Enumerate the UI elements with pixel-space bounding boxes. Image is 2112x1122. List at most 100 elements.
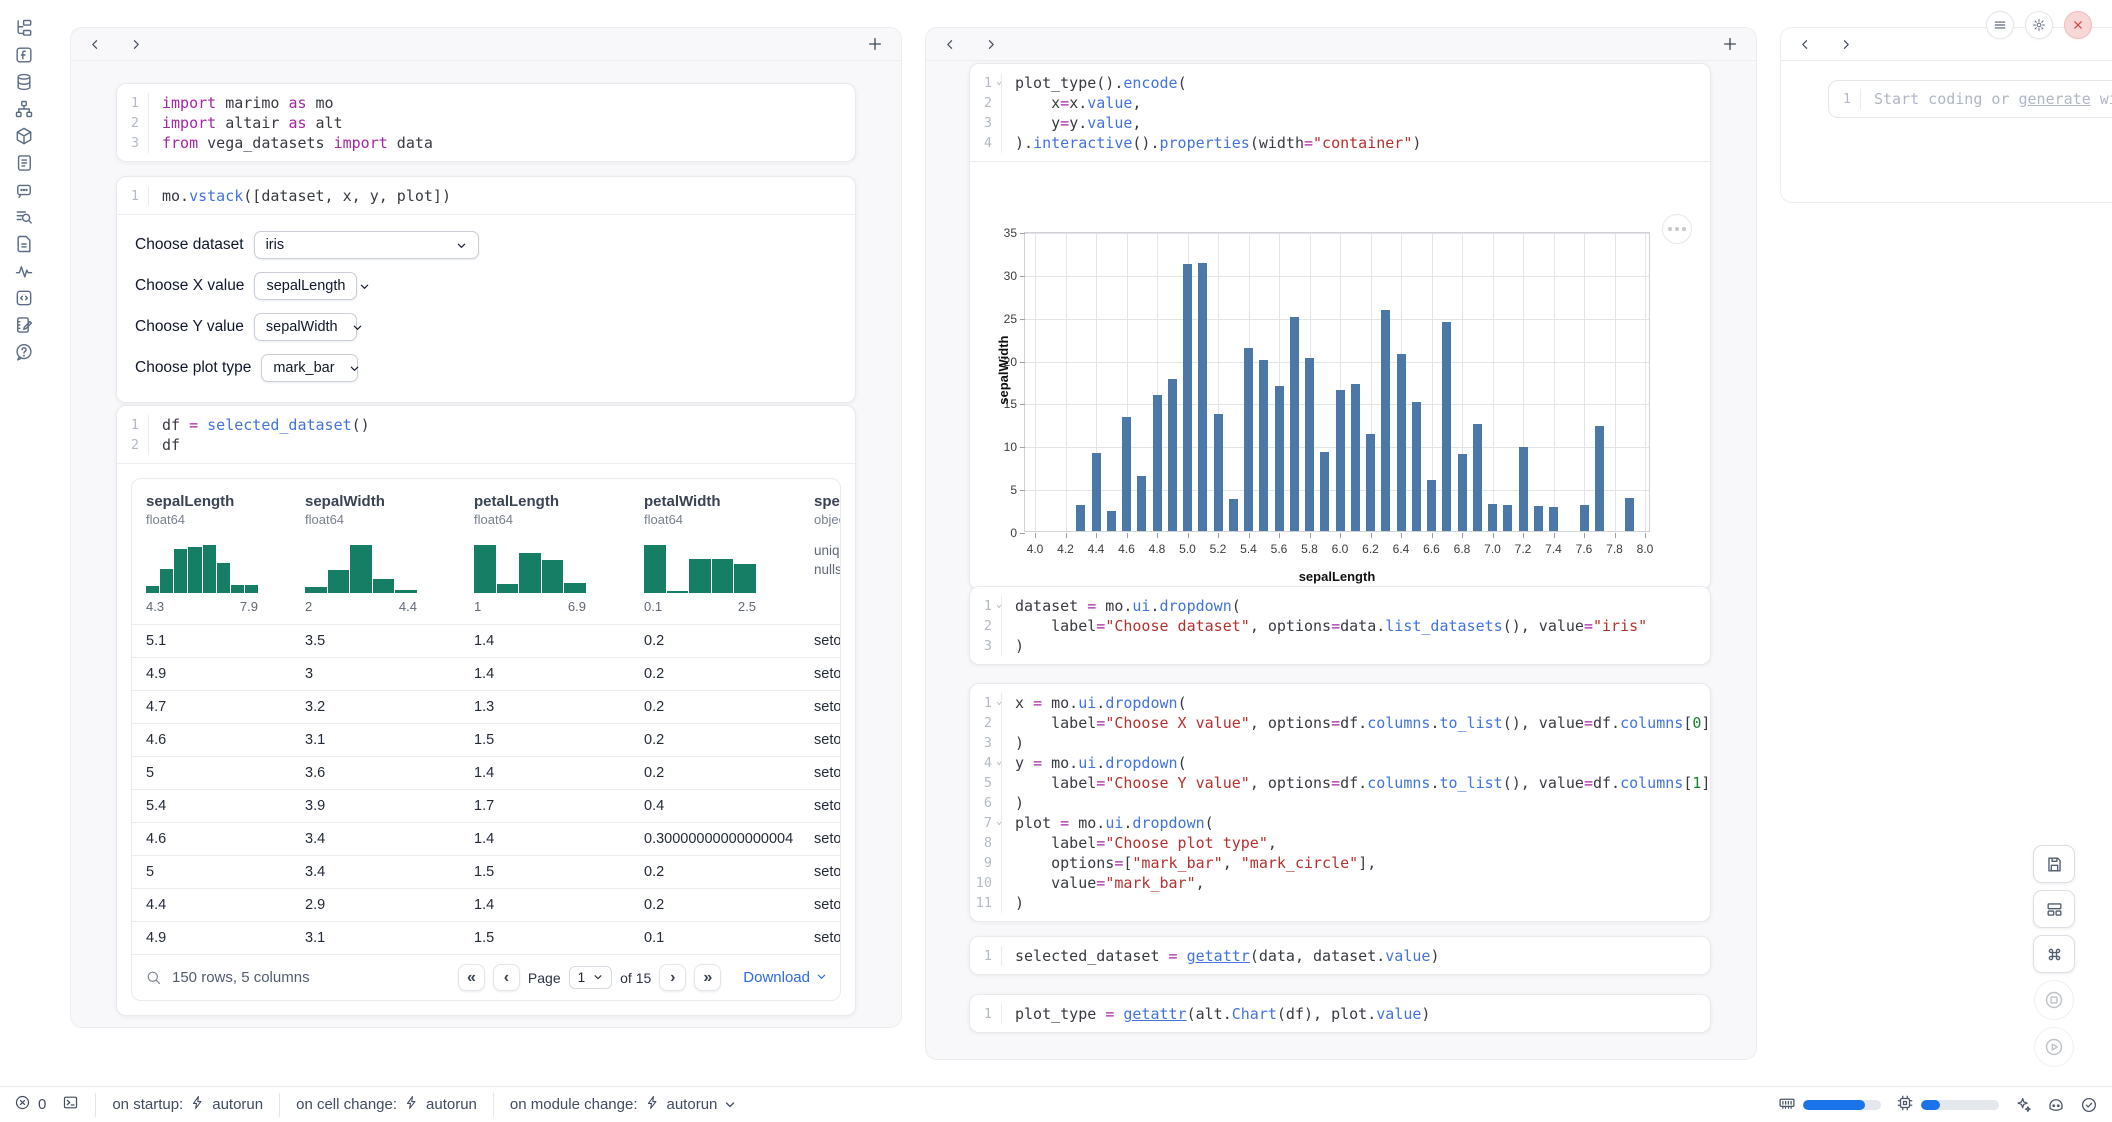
code-line[interactable]: 7⌄plot = mo.ui.dropdown( xyxy=(970,813,1710,833)
chart-bar[interactable] xyxy=(1198,263,1207,531)
chart-bar[interactable] xyxy=(1107,511,1116,531)
code-line[interactable]: 6) xyxy=(970,793,1710,813)
layout-button[interactable] xyxy=(2033,890,2075,928)
chart-actions-icon[interactable] xyxy=(1662,214,1692,244)
chart-bar[interactable] xyxy=(1595,426,1604,531)
chart-bar[interactable] xyxy=(1290,317,1299,531)
chart-bar[interactable] xyxy=(1244,348,1253,531)
chart-bar[interactable] xyxy=(1397,354,1406,531)
page-select[interactable]: 1 xyxy=(569,966,613,989)
column-header[interactable]: petalLengthfloat64 16.9 xyxy=(460,479,630,624)
chart-bar[interactable] xyxy=(1503,505,1512,531)
logs-icon[interactable] xyxy=(11,149,38,176)
chart-bar[interactable] xyxy=(1305,358,1314,531)
snippets-icon[interactable] xyxy=(11,284,38,311)
terminal-button[interactable] xyxy=(62,1094,79,1115)
cpu-usage[interactable] xyxy=(1896,1094,1999,1116)
keyboard-shortcuts-button[interactable] xyxy=(2033,935,2075,973)
code-line[interactable]: 1df = selected_dataset() xyxy=(117,415,855,435)
cell-chart[interactable]: 1⌄plot_type().encode(2 x=x.value,3 y=y.v… xyxy=(969,63,1711,590)
table-row[interactable]: 4.93.11.50.1setosa xyxy=(132,921,840,954)
code-line[interactable]: 2df xyxy=(117,435,855,455)
cell-xy-plot-dropdowns[interactable]: 1⌄x = mo.ui.dropdown(2 label="Choose X v… xyxy=(969,683,1711,922)
table-row[interactable]: 5.43.91.70.4setosa xyxy=(132,789,840,822)
dropdown-select-1[interactable]: sepalLength xyxy=(254,272,357,300)
chart-bar[interactable] xyxy=(1153,395,1162,531)
copilot-icon[interactable] xyxy=(2047,1096,2065,1114)
chart-bar[interactable] xyxy=(1351,384,1360,531)
chart-bar[interactable] xyxy=(1366,434,1375,531)
save-button[interactable] xyxy=(2033,845,2075,883)
runtime-mode-0[interactable]: on startup: autorun xyxy=(112,1095,263,1114)
chart-bar[interactable] xyxy=(1458,454,1467,531)
cell-plot-type[interactable]: 1plot_type = getattr(alt.Chart(df), plot… xyxy=(969,994,1711,1033)
chart-bar[interactable] xyxy=(1473,424,1482,531)
cell-dataset-dropdown[interactable]: 1⌄dataset = mo.ui.dropdown(2 label="Choo… xyxy=(969,586,1711,665)
chevron-left-icon[interactable] xyxy=(1799,38,1812,51)
prev-page-button[interactable]: ‹ xyxy=(493,964,520,991)
column-header[interactable]: sepalLengthfloat64 4.37.9 xyxy=(132,479,291,624)
cell-empty-scratch[interactable]: 1Start coding or generate with xyxy=(1828,80,2112,118)
outline-search-icon[interactable] xyxy=(11,203,38,230)
chevron-left-icon[interactable] xyxy=(944,38,957,51)
add-column-icon[interactable] xyxy=(867,36,883,52)
chart-bar[interactable] xyxy=(1320,452,1329,531)
chart-bar[interactable] xyxy=(1214,414,1223,531)
code-line[interactable]: 2 label="Choose X value", options=df.col… xyxy=(970,713,1710,733)
dropdown-select-0[interactable]: iris xyxy=(254,231,479,259)
tracing-icon[interactable] xyxy=(11,257,38,284)
dropdown-select-2[interactable]: sepalWidth xyxy=(254,313,357,341)
column-histogram[interactable] xyxy=(644,541,756,593)
functions-icon[interactable] xyxy=(11,41,38,68)
last-page-button[interactable]: » xyxy=(694,964,721,991)
chart-bar[interactable] xyxy=(1625,498,1634,531)
chart-bar[interactable] xyxy=(1076,505,1085,531)
column-header[interactable]: speciesobjectunique:nulls: xyxy=(800,479,840,624)
scratchpad-icon[interactable] xyxy=(11,311,38,338)
chart-bar[interactable] xyxy=(1488,504,1497,531)
cell-selected-dataset[interactable]: 1selected_dataset = getattr(data, datase… xyxy=(969,936,1711,975)
chart-bar[interactable] xyxy=(1412,402,1421,531)
table-row[interactable]: 4.63.11.50.2setosa xyxy=(132,723,840,756)
code-line[interactable]: 3 y=y.value, xyxy=(970,113,1710,133)
close-icon[interactable] xyxy=(2064,11,2092,39)
code-line[interactable]: 3from vega_datasets import data xyxy=(117,133,855,153)
file-explorer-icon[interactable] xyxy=(11,14,38,41)
chevron-right-icon[interactable] xyxy=(984,38,997,51)
code-line[interactable]: 5 label="Choose Y value", options=df.col… xyxy=(970,773,1710,793)
chart-bar[interactable] xyxy=(1259,360,1268,531)
table-row[interactable]: 4.931.40.2setosa xyxy=(132,657,840,690)
chart-bar[interactable] xyxy=(1580,505,1589,531)
chart-bar[interactable] xyxy=(1336,390,1345,531)
chevron-left-icon[interactable] xyxy=(89,38,102,51)
code-line[interactable]: 10 value="mark_bar", xyxy=(970,873,1710,893)
error-indicator[interactable]: 0 xyxy=(14,1094,46,1115)
documentation-icon[interactable] xyxy=(11,230,38,257)
ai-chat-icon[interactable] xyxy=(11,176,38,203)
chart-bar[interactable] xyxy=(1168,379,1177,531)
collapse-chevron-icon[interactable]: ⌄ xyxy=(996,692,1002,712)
connection-status-icon[interactable] xyxy=(2080,1096,2098,1114)
code-line[interactable]: 9 options=["mark_bar", "mark_circle"], xyxy=(970,853,1710,873)
altair-bar-chart[interactable]: 4.04.24.44.64.85.05.25.45.65.86.06.26.46… xyxy=(1024,232,1650,532)
chart-bar[interactable] xyxy=(1534,506,1543,531)
help-icon[interactable] xyxy=(11,338,38,365)
column-header[interactable]: petalWidthfloat64 0.12.5 xyxy=(630,479,800,624)
dropdown-select-3[interactable]: mark_bar xyxy=(261,354,358,382)
code-line[interactable]: 2 label="Choose dataset", options=data.l… xyxy=(970,616,1710,636)
collapse-chevron-icon[interactable]: ⌄ xyxy=(996,72,1002,92)
code-line[interactable]: 1mo.vstack([dataset, x, y, plot]) xyxy=(117,186,855,206)
table-row[interactable]: 5.13.51.40.2setosa xyxy=(132,624,840,657)
chart-bar[interactable] xyxy=(1519,447,1528,531)
column-histogram[interactable] xyxy=(146,541,258,593)
chart-bar[interactable] xyxy=(1549,507,1558,531)
chevron-right-icon[interactable] xyxy=(129,38,142,51)
code-line[interactable]: 2import altair as alt xyxy=(117,113,855,133)
code-line[interactable]: 8 label="Choose plot type", xyxy=(970,833,1710,853)
first-page-button[interactable]: « xyxy=(458,964,485,991)
packages-icon[interactable] xyxy=(11,122,38,149)
code-line[interactable]: 4).interactive().properties(width="conta… xyxy=(970,133,1710,153)
code-line[interactable]: 2 x=x.value, xyxy=(970,93,1710,113)
code-line[interactable]: 1⌄x = mo.ui.dropdown( xyxy=(970,693,1710,713)
chart-bar[interactable] xyxy=(1122,417,1131,531)
